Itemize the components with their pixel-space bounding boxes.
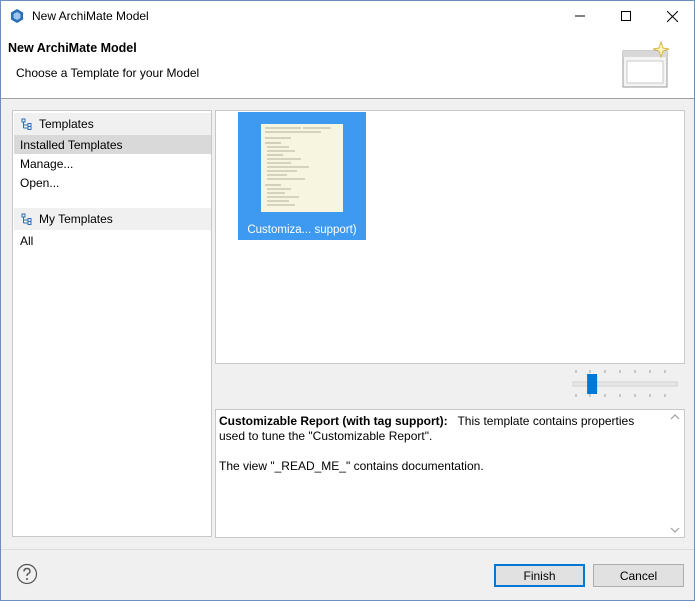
document-preview-icon (265, 127, 331, 206)
maximize-icon (621, 11, 631, 21)
template-thumbnail[interactable]: Customiza... support) (238, 112, 366, 240)
close-button[interactable] (649, 1, 695, 31)
description-title: Customizable Report (with tag support): (219, 414, 448, 428)
category-label: Templates (39, 117, 94, 131)
category-label: My Templates (39, 212, 113, 226)
category-templates[interactable]: Templates (14, 113, 211, 135)
template-name: Customiza... support) (247, 224, 357, 236)
footer-divider (1, 549, 694, 550)
thumbnail-size-slider[interactable] (572, 369, 678, 397)
template-preview-image (261, 124, 343, 212)
sidebar-item-manage[interactable]: Manage... (14, 154, 211, 173)
window-title: New ArchiMate Model (32, 9, 149, 23)
sidebar-item-open[interactable]: Open... (14, 173, 211, 192)
category-my-templates[interactable]: My Templates (14, 208, 211, 230)
minimize-button[interactable] (557, 1, 603, 31)
finish-button[interactable]: Finish (494, 564, 585, 587)
wizard-subtitle: Choose a Template for your Model (16, 66, 200, 80)
scroll-down-arrow-icon[interactable] (670, 526, 680, 534)
wizard-title: New ArchiMate Model (8, 41, 137, 55)
template-gallery: Customiza... support) (215, 110, 685, 364)
close-icon (666, 10, 678, 22)
slider-thumb[interactable] (587, 374, 598, 394)
tree-icon (21, 213, 32, 225)
sidebar-item-installed-templates[interactable]: Installed Templates (14, 135, 211, 154)
minimize-icon (575, 15, 585, 17)
template-description: Customizable Report (with tag support): … (215, 409, 685, 538)
maximize-button[interactable] (603, 1, 649, 31)
archimate-app-icon (11, 9, 23, 23)
tree-icon (21, 118, 32, 130)
description-scrollbar[interactable] (667, 410, 684, 537)
title-bar: New ArchiMate Model (1, 1, 694, 31)
wizard-header: New ArchiMate Model Choose a Template fo… (1, 31, 694, 99)
sidebar-item-all[interactable]: All (14, 231, 211, 250)
new-model-wizard-icon (622, 41, 670, 88)
description-note: The view "_READ_ME_" contains documentat… (219, 459, 484, 473)
help-icon[interactable] (16, 563, 38, 585)
dialog-window: New ArchiMate Model New ArchiMate Model … (0, 0, 695, 601)
template-category-list: Templates Installed Templates Manage... … (12, 110, 212, 537)
cancel-button[interactable]: Cancel (593, 564, 684, 587)
scroll-up-arrow-icon[interactable] (670, 413, 680, 421)
